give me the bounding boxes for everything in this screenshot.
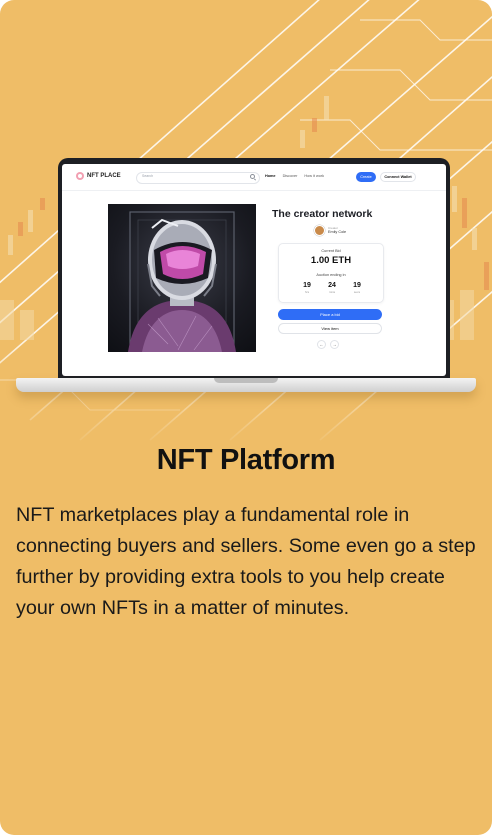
timer-minutes: 24 mins: [323, 281, 341, 294]
laptop-mockup: NFT PLACE Search Home Discover How it wo…: [16, 158, 476, 398]
laptop-screen-bezel: NFT PLACE Search Home Discover How it wo…: [58, 158, 450, 380]
connect-wallet-button[interactable]: Connect Wallet: [380, 172, 416, 182]
nav-link-how-it-work[interactable]: How it work: [304, 174, 324, 178]
current-bid-value: 1.00 ETH: [310, 255, 352, 266]
nft-artwork-image[interactable]: [108, 204, 256, 352]
laptop-notch: [214, 378, 278, 383]
nav-link-discover[interactable]: Discover: [283, 174, 298, 178]
next-arrow-icon[interactable]: →: [330, 340, 339, 349]
feature-card: NFT PLACE Search Home Discover How it wo…: [0, 0, 492, 835]
artwork-title: The creator network: [272, 208, 373, 220]
timer-hours: 19 hrs: [298, 281, 316, 294]
view-item-button[interactable]: View item: [278, 323, 382, 334]
search-icon: [250, 174, 255, 179]
marketplace-screen: NFT PLACE Search Home Discover How it wo…: [62, 164, 446, 376]
nav-links: Home Discover How it work: [265, 174, 324, 178]
timer-seconds: 19 secs: [348, 281, 366, 294]
timer-unit: secs: [353, 290, 361, 294]
creator-info[interactable]: Creator Emily Cole: [314, 225, 346, 236]
timer-value: 19: [303, 282, 311, 289]
timer-unit: mins: [328, 290, 336, 294]
search-input[interactable]: Search: [136, 172, 260, 184]
artwork-pager: ← →: [317, 340, 339, 349]
astronaut-artwork: [128, 211, 236, 352]
timer-value: 19: [353, 282, 361, 289]
nav-link-home[interactable]: Home: [265, 174, 276, 178]
card-description: NFT marketplaces play a fundamental role…: [16, 504, 476, 619]
bid-panel: Current Bid 1.00 ETH Auction ending in 1…: [278, 243, 384, 303]
marketplace-navbar: NFT PLACE Search Home Discover How it wo…: [62, 164, 446, 191]
current-bid-label: Current Bid: [321, 249, 341, 253]
place-bid-button[interactable]: Place a bid: [278, 309, 382, 320]
creator-name: Emily Cole: [328, 229, 347, 234]
timer-value: 24: [328, 282, 336, 289]
logo-text: NFT PLACE: [87, 173, 121, 179]
card-title: NFT Platform: [156, 444, 336, 476]
timer-unit: hrs: [304, 290, 310, 294]
auction-timer: 19 hrs 24 mins 19 secs: [298, 281, 366, 294]
creator-avatar: [314, 225, 325, 236]
search-placeholder: Search: [142, 174, 154, 178]
auction-ending-label: Auction ending in: [316, 273, 346, 277]
logo-icon: [76, 172, 84, 180]
prev-arrow-icon[interactable]: ←: [317, 340, 326, 349]
marketplace-logo[interactable]: NFT PLACE: [76, 172, 121, 180]
create-button[interactable]: Create: [356, 172, 376, 182]
